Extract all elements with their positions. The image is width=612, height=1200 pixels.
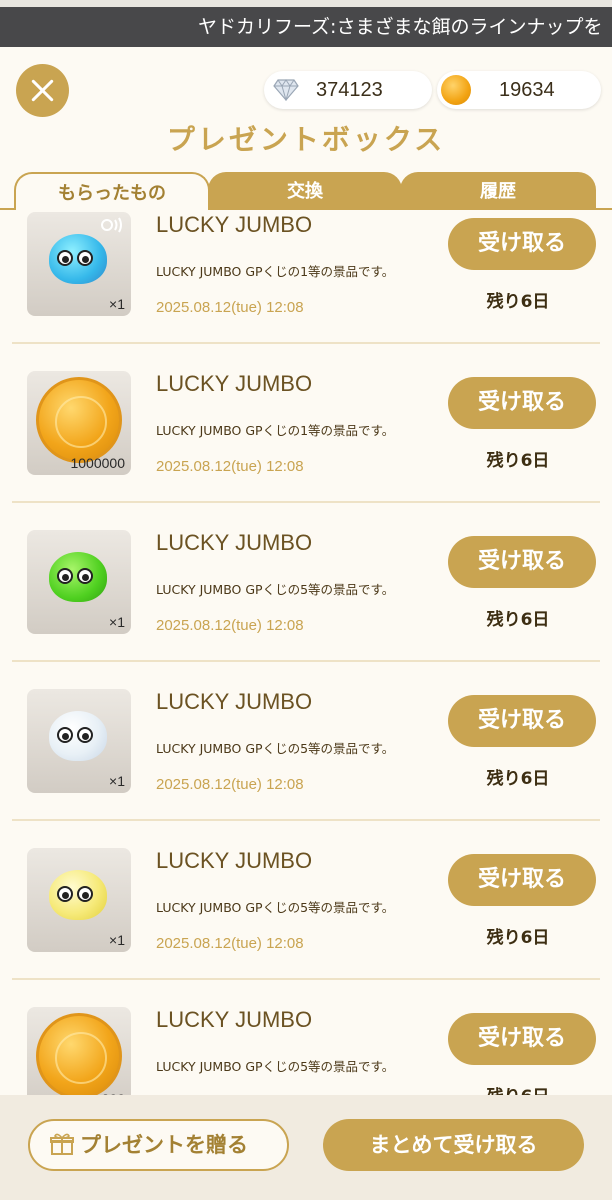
receive-button[interactable]: 受け取る — [448, 1013, 596, 1065]
diamond-icon — [273, 79, 299, 101]
gift-icon — [50, 1133, 74, 1155]
item-quantity: ×1 — [109, 296, 125, 312]
item-description: LUCKY JUMBO GPくじの1等の景品です。 — [156, 264, 395, 279]
item-thumbnail: ×1 — [27, 212, 131, 316]
send-present-button[interactable]: プレゼントを贈る — [28, 1119, 289, 1171]
receive-button[interactable]: 受け取る — [448, 377, 596, 429]
list-item: ×1 LUCKY JUMBO LUCKY JUMBO GPくじの5等の景品です。… — [0, 844, 612, 1003]
item-quantity: ×1 — [109, 773, 125, 789]
item-name: LUCKY JUMBO — [156, 1007, 313, 1032]
remaining-days: 残り6日 — [486, 769, 550, 789]
list-item: ×1 LUCKY JUMBO LUCKY JUMBO GPくじの5等の景品です。… — [0, 685, 612, 844]
item-date: 2025.08.12(tue) 12:08 — [156, 458, 304, 475]
item-name: LUCKY JUMBO — [156, 371, 313, 396]
close-button[interactable] — [16, 64, 69, 117]
receive-button[interactable]: 受け取る — [448, 536, 596, 588]
white-creature-icon — [49, 711, 107, 761]
list-item: ×1 LUCKY JUMBO LUCKY JUMBO GPくじの5等の景品です。… — [0, 526, 612, 685]
blue-creature-icon — [49, 234, 107, 284]
remaining-days: 残り6日 — [486, 451, 550, 471]
sound-icon[interactable] — [101, 216, 125, 234]
green-creature-icon — [49, 552, 107, 602]
page-title: プレゼントボックス — [166, 123, 446, 156]
item-thumbnail: 1000000 — [27, 371, 131, 475]
remaining-days: 残り6日 — [486, 610, 550, 630]
item-date: 2025.08.12(tue) 12:08 — [156, 776, 304, 793]
item-thumbnail: ×1 — [27, 530, 131, 634]
gold-coin-icon — [36, 1013, 122, 1095]
item-description: LUCKY JUMBO GPくじの5等の景品です。 — [156, 900, 395, 915]
item-divider — [12, 342, 600, 344]
item-divider — [12, 819, 600, 821]
remaining-days: 残り6日 — [486, 292, 550, 312]
send-present-label: プレゼントを贈る — [80, 1133, 248, 1157]
item-divider — [12, 501, 600, 503]
coin-balance: 19634 — [437, 71, 601, 109]
tab-history[interactable]: 履歴 — [400, 172, 596, 210]
item-description: LUCKY JUMBO GPくじの1等の景品です。 — [156, 423, 395, 438]
remaining-days: 残り6日 — [448, 1082, 588, 1095]
item-name: LUCKY JUMBO — [156, 212, 313, 237]
item-quantity: 1000000 — [70, 455, 125, 471]
item-divider — [12, 978, 600, 980]
item-thumbnail: 300 — [27, 1007, 131, 1095]
receive-all-button[interactable]: まとめて受け取る — [323, 1119, 584, 1171]
item-name: LUCKY JUMBO — [156, 848, 313, 873]
gem-amount: 374123 — [316, 79, 383, 101]
footer-bar: プレゼントを贈る まとめて受け取る — [0, 1095, 612, 1200]
coin-icon — [441, 75, 471, 105]
tab-received[interactable]: もらったもの — [14, 172, 210, 210]
list-item: ×1 LUCKY JUMBO LUCKY JUMBO GPくじの1等の景品です。… — [0, 210, 612, 367]
gem-balance: 374123 — [264, 71, 432, 109]
receive-button[interactable]: 受け取る — [448, 854, 596, 906]
item-quantity: ×1 — [109, 932, 125, 948]
ticker-text: ヤドカリフーズ:さまざまな餌のラインナップを — [0, 7, 612, 47]
list-item: 1000000 LUCKY JUMBO LUCKY JUMBO GPくじの1等の… — [0, 367, 612, 526]
item-name: LUCKY JUMBO — [156, 689, 313, 714]
list-item: 300 LUCKY JUMBO LUCKY JUMBO GPくじの5等の景品です… — [0, 1003, 612, 1095]
item-date: 2025.08.12(tue) 12:08 — [156, 617, 304, 634]
item-description: LUCKY JUMBO GPくじの5等の景品です。 — [156, 1059, 395, 1074]
news-ticker: ヤドカリフーズ:さまざまな餌のラインナップを — [0, 0, 612, 47]
item-description: LUCKY JUMBO GPくじの5等の景品です。 — [156, 741, 395, 756]
item-thumbnail: ×1 — [27, 689, 131, 793]
remaining-days: 残り6日 — [486, 928, 550, 948]
item-description: LUCKY JUMBO GPくじの5等の景品です。 — [156, 582, 395, 597]
receive-button[interactable]: 受け取る — [448, 218, 596, 270]
present-list[interactable]: ×1 LUCKY JUMBO LUCKY JUMBO GPくじの1等の景品です。… — [0, 210, 612, 1095]
item-date: 2025.08.12(tue) 12:08 — [156, 935, 304, 952]
item-thumbnail: ×1 — [27, 848, 131, 952]
coin-amount: 19634 — [499, 79, 555, 101]
tab-exchange[interactable]: 交換 — [208, 172, 402, 210]
yellow-creature-icon — [49, 870, 107, 920]
gold-coin-icon — [36, 377, 122, 463]
receive-button[interactable]: 受け取る — [448, 695, 596, 747]
item-date: 2025.08.12(tue) 12:08 — [156, 299, 304, 316]
item-divider — [12, 660, 600, 662]
item-name: LUCKY JUMBO — [156, 530, 313, 555]
item-quantity: ×1 — [109, 614, 125, 630]
